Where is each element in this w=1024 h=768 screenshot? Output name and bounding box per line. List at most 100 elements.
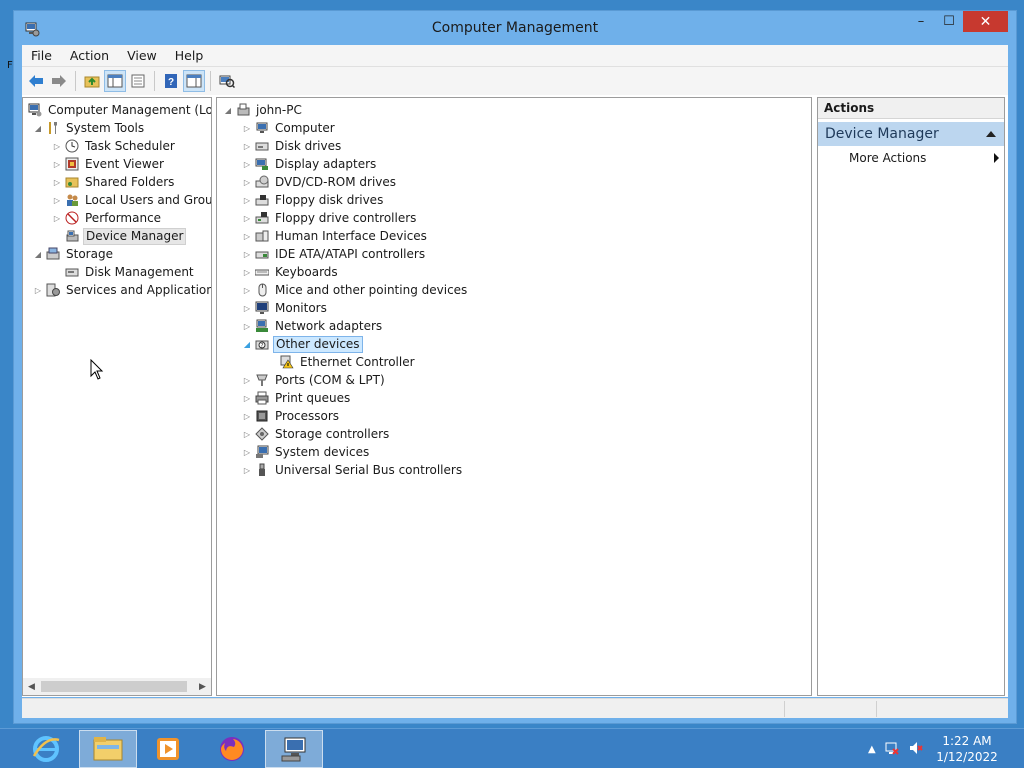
tree-item-storage[interactable]: ◢ Storage <box>33 245 115 263</box>
expand-arrow-icon[interactable]: ▷ <box>52 209 62 227</box>
expand-arrow-icon[interactable]: ▷ <box>242 425 252 443</box>
computer-management-taskbar-icon[interactable] <box>265 730 323 768</box>
device-category-item[interactable]: ▷ Floppy disk drives <box>242 191 385 209</box>
device-category-item[interactable]: ▷ Floppy drive controllers <box>242 209 418 227</box>
expand-arrow-icon[interactable]: ▷ <box>242 371 252 389</box>
device-category-item[interactable]: ▷ Ports (COM & LPT) <box>242 371 387 389</box>
expand-arrow-icon[interactable]: ▷ <box>242 461 252 479</box>
expand-arrow-icon[interactable]: ▷ <box>242 137 252 155</box>
expand-arrow-icon[interactable]: ▷ <box>242 227 252 245</box>
device-tree-root[interactable]: ◢ john-PC <box>223 101 304 119</box>
taskbar-clock[interactable]: 1:22 AM 1/12/2022 <box>932 733 1002 765</box>
device-category-item[interactable]: ◢? Other devices <box>242 335 363 353</box>
expand-arrow-icon[interactable]: ▷ <box>242 245 252 263</box>
expand-arrow-icon[interactable]: ▷ <box>52 137 62 155</box>
device-category-item[interactable]: ▷ Computer <box>242 119 337 137</box>
action-pane-icon[interactable] <box>183 70 205 92</box>
ide-controller-icon <box>254 246 270 262</box>
file-explorer-icon[interactable] <box>79 730 137 768</box>
expand-arrow-icon[interactable]: ▷ <box>242 173 252 191</box>
menu-view[interactable]: View <box>118 48 166 63</box>
collapse-arrow-icon[interactable]: ◢ <box>223 101 233 119</box>
expand-arrow-icon[interactable]: ▷ <box>52 173 62 191</box>
expand-arrow-icon[interactable]: ▷ <box>52 155 62 173</box>
scrollbar-thumb[interactable] <box>41 681 187 692</box>
expand-arrow-icon[interactable]: ▷ <box>242 119 252 137</box>
maximize-button[interactable]: ☐ <box>935 11 963 32</box>
tree-item-services[interactable]: ▷ Services and Applications <box>33 281 211 299</box>
device-category-item[interactable]: ▷ Monitors <box>242 299 329 317</box>
media-player-icon[interactable] <box>139 730 197 768</box>
tree-label: Ports (COM & LPT) <box>275 372 385 387</box>
help-icon[interactable]: ? <box>160 70 182 92</box>
scroll-right-icon[interactable]: ▶ <box>194 678 211 695</box>
device-category-item[interactable]: ▷ DVD/CD-ROM drives <box>242 173 398 191</box>
system-devices-icon <box>254 444 270 460</box>
device-category-item[interactable]: ▷ Disk drives <box>242 137 343 155</box>
menu-file[interactable]: File <box>22 48 61 63</box>
collapse-arrow-icon[interactable]: ◢ <box>242 335 252 353</box>
expand-arrow-icon[interactable]: ▷ <box>242 281 252 299</box>
scan-hardware-icon[interactable] <box>216 70 238 92</box>
actions-section-device-manager[interactable]: Device Manager <box>818 122 1004 146</box>
back-arrow-icon[interactable] <box>25 70 47 92</box>
ports-icon <box>254 372 270 388</box>
tree-item-event-viewer[interactable]: ▷ Event Viewer <box>52 155 166 173</box>
expand-arrow-icon[interactable]: ▷ <box>242 299 252 317</box>
device-category-item[interactable]: ▷ Print queues <box>242 389 352 407</box>
tree-item-device-manager[interactable]: Device Manager <box>62 227 187 245</box>
computer-management-icon <box>27 102 43 118</box>
device-category-item[interactable]: ▷ IDE ATA/ATAPI controllers <box>242 245 427 263</box>
device-category-item[interactable]: ▷ System devices <box>242 443 371 461</box>
device-category-item[interactable]: ▷ Storage controllers <box>242 425 391 443</box>
expand-arrow-icon[interactable]: ▷ <box>242 155 252 173</box>
expand-arrow-icon[interactable]: ▷ <box>242 263 252 281</box>
expand-arrow-icon[interactable]: ▷ <box>242 209 252 227</box>
device-category-item[interactable]: ▷ Network adapters <box>242 317 384 335</box>
expand-arrow-icon[interactable]: ▷ <box>33 281 43 299</box>
menu-action[interactable]: Action <box>61 48 118 63</box>
collapse-up-icon[interactable] <box>986 131 996 137</box>
expand-arrow-icon[interactable]: ▷ <box>242 443 252 461</box>
device-category-item[interactable]: Ethernet Controller <box>277 353 417 371</box>
title-bar[interactable]: Computer Management – ☐ ✕ <box>14 11 1016 45</box>
horizontal-scrollbar[interactable]: ◀ ▶ <box>23 678 211 695</box>
scroll-left-icon[interactable]: ◀ <box>23 678 40 695</box>
firefox-icon[interactable] <box>203 730 261 768</box>
device-category-item[interactable]: ▷ Keyboards <box>242 263 340 281</box>
tree-item-system-tools[interactable]: ◢ System Tools <box>33 119 146 137</box>
show-hidden-icons-icon[interactable]: ▲ <box>868 744 876 755</box>
device-category-item[interactable]: ▷ Display adapters <box>242 155 378 173</box>
expand-arrow-icon[interactable]: ▷ <box>242 191 252 209</box>
clock-time: 1:22 AM <box>942 734 992 748</box>
expand-arrow-icon[interactable]: ▷ <box>242 317 252 335</box>
properties-icon[interactable] <box>127 70 149 92</box>
device-category-item[interactable]: ▷ Human Interface Devices <box>242 227 429 245</box>
device-category-item[interactable]: ▷ Universal Serial Bus controllers <box>242 461 464 479</box>
collapse-arrow-icon[interactable]: ◢ <box>33 245 43 263</box>
internet-explorer-icon[interactable] <box>17 730 75 768</box>
tree-item-shared-folders[interactable]: ▷ Shared Folders <box>52 173 176 191</box>
close-button[interactable]: ✕ <box>963 11 1008 32</box>
forward-arrow-icon[interactable] <box>48 70 70 92</box>
collapse-arrow-icon[interactable]: ◢ <box>33 119 43 137</box>
tree-item-disk-management[interactable]: Disk Management <box>62 263 196 281</box>
tree-label: Print queues <box>275 390 351 405</box>
device-category-item[interactable]: ▷ Processors <box>242 407 341 425</box>
tree-item-task-scheduler[interactable]: ▷ Task Scheduler <box>52 137 177 155</box>
network-status-icon[interactable] <box>884 740 900 759</box>
minimize-button[interactable]: – <box>907 11 935 32</box>
more-actions-item[interactable]: More Actions <box>818 148 1004 168</box>
tree-item-local-users[interactable]: ▷ Local Users and Groups <box>52 191 211 209</box>
volume-muted-icon[interactable] <box>908 740 924 759</box>
tree-item-root[interactable]: Computer Management (Local <box>25 101 212 119</box>
menu-help[interactable]: Help <box>166 48 213 63</box>
up-folder-icon[interactable] <box>81 70 103 92</box>
device-category-item[interactable]: ▷ Mice and other pointing devices <box>242 281 469 299</box>
console-tree-icon[interactable] <box>104 70 126 92</box>
expand-arrow-icon[interactable]: ▷ <box>242 407 252 425</box>
expand-arrow-icon[interactable]: ▷ <box>242 389 252 407</box>
tree-label: Computer Management (Local <box>48 102 212 117</box>
expand-arrow-icon[interactable]: ▷ <box>52 191 62 209</box>
tree-item-performance[interactable]: ▷ Performance <box>52 209 163 227</box>
